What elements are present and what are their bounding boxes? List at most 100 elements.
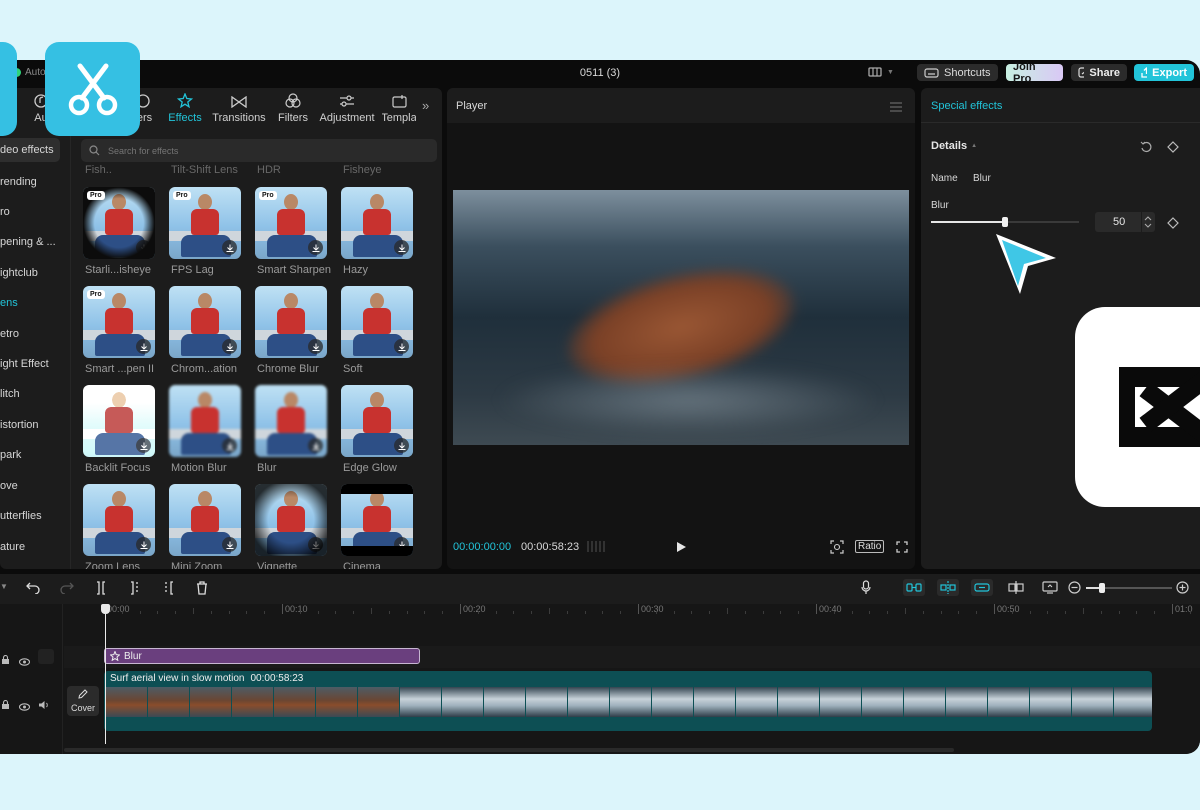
playhead[interactable] bbox=[105, 604, 106, 744]
details-header[interactable]: Details ▲ bbox=[931, 140, 977, 152]
blur-value-stepper[interactable]: 50 bbox=[1095, 212, 1155, 232]
fullscreen-icon[interactable] bbox=[896, 540, 908, 558]
keyframe-diamond-icon[interactable] bbox=[1167, 140, 1179, 158]
effect-thumbnail[interactable] bbox=[169, 484, 241, 556]
playhead-handle[interactable] bbox=[101, 604, 110, 614]
download-icon[interactable] bbox=[308, 240, 323, 255]
effect-thumbnail[interactable] bbox=[169, 286, 241, 358]
waveform-icon[interactable] bbox=[587, 540, 605, 558]
shortcuts-button[interactable]: Shortcuts bbox=[917, 64, 998, 81]
undo-icon[interactable] bbox=[26, 581, 40, 599]
select-dropdown-icon[interactable]: ▼ bbox=[0, 582, 8, 591]
export-button[interactable]: Export bbox=[1134, 64, 1194, 81]
category-trending[interactable]: rending bbox=[0, 176, 37, 188]
align-icon[interactable] bbox=[1008, 581, 1024, 599]
category-pro[interactable]: ro bbox=[0, 206, 10, 218]
category-opening[interactable]: pening & ... bbox=[0, 236, 56, 248]
delete-icon[interactable] bbox=[196, 581, 208, 600]
effect-thumbnail[interactable] bbox=[255, 484, 327, 556]
cover-button[interactable]: Cover bbox=[67, 686, 99, 716]
auto-snap-button[interactable] bbox=[937, 579, 959, 596]
category-video-effects[interactable]: deo effects bbox=[0, 144, 54, 156]
download-icon[interactable] bbox=[222, 240, 237, 255]
zoom-thumb[interactable] bbox=[1099, 583, 1105, 593]
category-nature[interactable]: ature bbox=[0, 541, 25, 553]
more-tabs-icon[interactable]: » bbox=[422, 98, 429, 113]
category-nightclub[interactable]: ightclub bbox=[0, 267, 38, 279]
effect-thumbnail[interactable]: Pro bbox=[83, 286, 155, 358]
effect-thumbnail[interactable] bbox=[341, 484, 413, 556]
search-input[interactable] bbox=[106, 144, 410, 157]
download-icon[interactable] bbox=[136, 537, 151, 552]
effect-thumbnail[interactable]: Pro bbox=[83, 187, 155, 259]
blur-keyframe-icon[interactable] bbox=[1167, 216, 1179, 234]
effect-track-lock-icon[interactable] bbox=[1, 652, 10, 670]
category-retro[interactable]: etro bbox=[0, 328, 19, 340]
share-button[interactable]: Share bbox=[1071, 64, 1127, 81]
category-light-effect[interactable]: ight Effect bbox=[0, 358, 49, 370]
effect-thumbnail[interactable] bbox=[341, 187, 413, 259]
main-track-magnet-button[interactable] bbox=[903, 579, 925, 596]
tab-adjustment[interactable]: Adjustment bbox=[319, 88, 375, 124]
effect-thumbnail[interactable] bbox=[83, 484, 155, 556]
download-icon[interactable] bbox=[222, 438, 237, 453]
linkage-button[interactable] bbox=[971, 579, 993, 596]
video-track-audio-icon[interactable] bbox=[38, 697, 50, 715]
effect-thumbnail[interactable] bbox=[341, 286, 413, 358]
video-track-eye-icon[interactable] bbox=[18, 698, 31, 716]
category-spark[interactable]: park bbox=[0, 449, 21, 461]
category-glitch[interactable]: litch bbox=[0, 388, 20, 400]
category-distortion[interactable]: istortion bbox=[0, 419, 39, 431]
player-menu-icon[interactable] bbox=[890, 99, 902, 117]
effect-track-eye-icon[interactable] bbox=[18, 653, 31, 671]
redo-icon[interactable] bbox=[60, 581, 74, 599]
effects-search-box[interactable] bbox=[81, 139, 437, 162]
download-icon[interactable] bbox=[136, 339, 151, 354]
effect-thumbnail[interactable] bbox=[255, 286, 327, 358]
download-icon[interactable] bbox=[222, 537, 237, 552]
timeline-zoom-slider[interactable] bbox=[1086, 583, 1172, 593]
effect-thumbnail[interactable] bbox=[255, 385, 327, 457]
play-button[interactable] bbox=[676, 540, 687, 558]
effect-thumbnail[interactable] bbox=[341, 385, 413, 457]
download-icon[interactable] bbox=[308, 339, 323, 354]
tab-transitions[interactable]: Transitions bbox=[212, 88, 266, 124]
split-left-icon[interactable] bbox=[129, 581, 141, 600]
tab-filters[interactable]: Filters bbox=[276, 88, 310, 124]
effect-thumbnail[interactable] bbox=[169, 385, 241, 457]
effect-thumbnail[interactable]: Pro bbox=[169, 187, 241, 259]
download-icon[interactable] bbox=[222, 339, 237, 354]
preview-axis-icon[interactable] bbox=[1042, 581, 1058, 599]
tab-effects[interactable]: Effects bbox=[166, 88, 204, 124]
layout-toggle-button[interactable]: ▼ bbox=[868, 67, 894, 77]
zoom-out-icon[interactable] bbox=[1068, 581, 1081, 599]
video-clip[interactable]: Surf aerial view in slow motion 00:00:58… bbox=[104, 671, 1152, 731]
zoom-in-icon[interactable] bbox=[1176, 581, 1189, 599]
join-pro-button[interactable]: Join Pro bbox=[1006, 61, 1063, 85]
effect-thumbnail[interactable] bbox=[83, 385, 155, 457]
fit-zoom-icon[interactable] bbox=[830, 540, 844, 559]
tab-templates[interactable]: Templa bbox=[382, 88, 416, 124]
video-track-lock-icon[interactable] bbox=[1, 697, 10, 715]
timeline-scrollbar[interactable] bbox=[64, 748, 954, 752]
reset-icon[interactable] bbox=[1140, 140, 1152, 158]
stepper-arrows-icon[interactable] bbox=[1144, 215, 1152, 229]
category-lens[interactable]: ens bbox=[0, 297, 18, 309]
split-icon[interactable] bbox=[95, 581, 107, 600]
effect-track-toggle[interactable] bbox=[38, 649, 54, 664]
slider-thumb[interactable] bbox=[1002, 217, 1008, 227]
blur-slider[interactable] bbox=[931, 216, 1079, 228]
effect-clip-blur[interactable]: Blur bbox=[104, 648, 420, 664]
category-love[interactable]: ove bbox=[0, 480, 18, 492]
effect-name-label: Starli...isheye bbox=[85, 264, 152, 276]
ratio-button[interactable]: Ratio bbox=[855, 540, 885, 553]
split-right-icon[interactable] bbox=[163, 581, 175, 600]
category-butterflies[interactable]: utterflies bbox=[0, 510, 42, 522]
download-icon[interactable] bbox=[394, 339, 409, 354]
download-icon[interactable] bbox=[394, 240, 409, 255]
download-icon[interactable] bbox=[308, 438, 323, 453]
download-icon[interactable] bbox=[394, 438, 409, 453]
effect-thumbnail[interactable]: Pro bbox=[255, 187, 327, 259]
microphone-icon[interactable] bbox=[861, 580, 871, 600]
download-icon[interactable] bbox=[136, 438, 151, 453]
